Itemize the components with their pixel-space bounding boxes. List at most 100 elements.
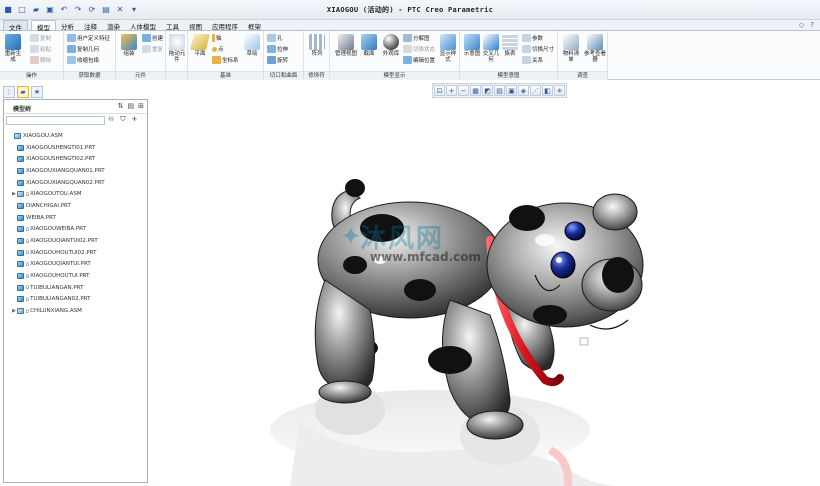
sketch-button[interactable]: 草绘 (243, 34, 261, 57)
paste-button[interactable]: 粘贴 (30, 45, 51, 53)
group-component: 组装 创建 重复 元件 (116, 31, 166, 80)
tab-render[interactable]: 渲染 (102, 20, 125, 31)
pattern-button[interactable]: 阵列 (307, 34, 327, 57)
point-button[interactable]: 点 (212, 45, 224, 53)
tree-status-mark: D (26, 308, 30, 314)
axis-button[interactable]: 轴 (212, 34, 222, 42)
tree-row[interactable]: ▶ D CHILUNXIANG.ASM (4, 305, 147, 317)
copy-button[interactable]: 复制 (30, 34, 51, 42)
favorites-tab-icon[interactable]: ★ (31, 86, 43, 98)
tree-row[interactable]: WEIBA.PRT (4, 212, 147, 224)
section-button[interactable]: 截面 (360, 34, 378, 57)
tree-row[interactable]: XIAOGOUXIANGQUAN01.PRT (4, 165, 147, 177)
repaint-icon[interactable]: ▦ (470, 85, 481, 96)
zoom-out-icon[interactable]: − (458, 85, 469, 96)
parameters-button[interactable]: 参数 (522, 34, 543, 42)
model-tree-tab-icon[interactable]: ⋮ (3, 86, 15, 98)
manage-views-button[interactable]: 管理视图 (333, 34, 359, 57)
plane-button[interactable]: 平面 (189, 34, 211, 57)
family-table-button[interactable]: 族表 (502, 34, 518, 57)
tree-row[interactable]: XIAOGOUSHENGTI02.PRT (4, 153, 147, 165)
display-style-icon[interactable]: ▣ (506, 85, 517, 96)
tree-show-icon[interactable]: ▤ (128, 102, 135, 110)
extrude-button[interactable]: 拉伸 (267, 45, 288, 53)
tree-row[interactable]: D XIAOGOUHOUTUI02.PRT (4, 247, 147, 259)
tab-applications[interactable]: 应用程序 (207, 20, 243, 31)
refit-icon[interactable]: ⊡ (434, 85, 445, 96)
tree-row[interactable]: D TUIBULIANGAN02.PRT (4, 294, 147, 306)
ribbon-minimize-icon[interactable]: ◇ (799, 21, 804, 29)
tree-row[interactable]: D XIAOGOUQIANTUI02.PRT (4, 235, 147, 247)
group-drag: 拖动元件 (166, 31, 188, 80)
head-spot-2 (533, 305, 567, 325)
tree-row[interactable]: ▶ D XIAOGOUTOU.ASM (4, 188, 147, 200)
toggle-status-button[interactable]: 切换状态 (403, 45, 435, 53)
exploded-view-button[interactable]: 分解图 (403, 34, 430, 42)
tree-row[interactable]: D XIAOGOUWEIBA.PRT (4, 224, 147, 236)
tree-row[interactable]: D XIAOGOUQIANTUI.PRT (4, 259, 147, 271)
csys-button[interactable]: 坐标系 (212, 56, 239, 64)
tab-manikin[interactable]: 人体模型 (125, 20, 161, 31)
bom-button[interactable]: 物料清单 (561, 34, 581, 63)
copy-geometry-button[interactable]: 复制几何 (67, 45, 99, 53)
annotation-display-icon[interactable]: ◧ (542, 85, 553, 96)
model-tree-header: 模型树 ⇅ ▤ ⊞ (4, 100, 147, 114)
display-intent-button[interactable]: 示意图 (463, 34, 481, 57)
relations-button[interactable]: 关系 (522, 56, 543, 64)
tab-file[interactable]: 文件 (3, 20, 28, 32)
revolve-button[interactable]: 旋转 (267, 56, 288, 64)
group-label-cut-surface: 切口和曲面 (264, 71, 303, 80)
spin-center-icon[interactable]: ✳ (554, 85, 565, 96)
shrinkwrap-icon (67, 56, 76, 64)
dog-model-3d[interactable] (150, 100, 820, 486)
switch-dimensions-button[interactable]: 切换尺寸 (522, 45, 554, 53)
saved-views-icon[interactable]: ▤ (494, 85, 505, 96)
tree-row[interactable]: D XIAOGOUHOUTUI.PRT (4, 270, 147, 282)
drag-components-button[interactable]: 拖动元件 (168, 34, 186, 63)
tab-model[interactable]: 模型 (31, 20, 56, 32)
repeat-button[interactable]: 重复 (142, 45, 163, 53)
model-tree-search-input[interactable] (6, 116, 105, 125)
shrinkwrap-button[interactable]: 收缩包络 (67, 56, 99, 64)
reorient-icon[interactable]: ◩ (482, 85, 493, 96)
tree-row[interactable]: D TUIBULIANGAN.PRT (4, 282, 147, 294)
tab-annotate[interactable]: 注释 (79, 20, 102, 31)
appearance-gallery-button[interactable]: 外观库 (380, 34, 402, 57)
hole-button[interactable]: 孔 (267, 34, 283, 42)
reference-viewer-button[interactable]: 参考查看器 (584, 34, 606, 63)
tab-view[interactable]: 视图 (184, 20, 207, 31)
intersect-geometry-button[interactable]: 交叉几何 (482, 34, 500, 63)
tree-row[interactable]: XIAOGOUSHENGTI01.PRT (4, 142, 147, 154)
dog-eye-2 (564, 221, 586, 241)
edit-position-button[interactable]: 编辑位置 (403, 56, 435, 64)
datum-display-icon[interactable]: ⋰ (530, 85, 541, 96)
tree-row[interactable]: XIAOGOU.ASM (4, 130, 147, 142)
regenerate-button[interactable]: 重新生成 (3, 34, 23, 63)
add-icon[interactable]: + (132, 115, 138, 124)
tab-analysis[interactable]: 分析 (56, 20, 79, 31)
folder-browser-tab-icon[interactable]: ▰ (17, 86, 29, 98)
part-icon (17, 144, 24, 151)
filter-icon[interactable]: ⛉ (120, 115, 125, 124)
part-icon (17, 249, 24, 256)
group-cut-surface: 孔 拉伸 旋转 切口和曲面 (264, 31, 304, 80)
tab-framework[interactable]: 框架 (243, 20, 266, 31)
help-icon[interactable]: ? (810, 21, 814, 29)
search-binoculars-icon[interactable]: ♾ (108, 115, 114, 124)
assemble-button[interactable]: 组装 (119, 34, 139, 57)
udf-icon (67, 34, 76, 42)
tree-row[interactable]: XIAOGOUXIANGQUAN02.PRT (4, 177, 147, 189)
delete-button[interactable]: 删除 (30, 56, 51, 64)
tree-filter-icon[interactable]: ⊞ (138, 102, 144, 110)
tree-row[interactable]: DIANCHIGAI.PRT (4, 200, 147, 212)
display-style-button[interactable]: 显示样式 (438, 34, 458, 63)
tree-item-label: XIAOGOUTOU.ASM (30, 191, 82, 198)
tree-settings-icon[interactable]: ⇅ (118, 102, 124, 110)
perspective-icon[interactable]: ◈ (518, 85, 529, 96)
udf-button[interactable]: 用户定义特征 (67, 34, 110, 42)
tab-tools[interactable]: 工具 (161, 20, 184, 31)
create-button[interactable]: 创建 (142, 34, 163, 42)
intersect-geometry-icon (483, 34, 499, 50)
menu-tab-bar: 文件 模型 分析 注释 渲染 人体模型 工具 视图 应用程序 框架 (0, 20, 820, 32)
zoom-in-icon[interactable]: + (446, 85, 457, 96)
